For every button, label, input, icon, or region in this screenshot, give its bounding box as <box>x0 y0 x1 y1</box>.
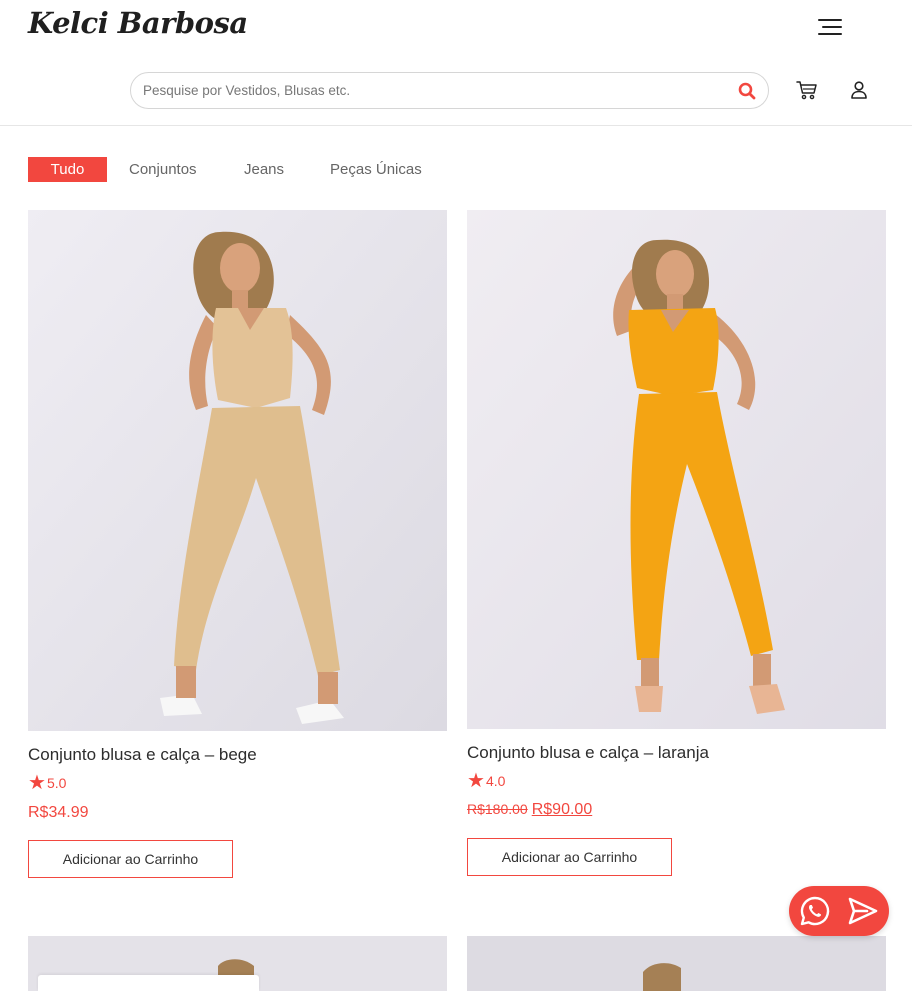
product-price: R$180.00 R$90.00 <box>467 801 592 819</box>
whatsapp-icon[interactable] <box>799 895 831 927</box>
popup-edge <box>38 975 259 991</box>
tab-pecas-unicas[interactable]: Peças Únicas <box>330 157 422 182</box>
rating-value: 4.0 <box>485 773 506 789</box>
product-title[interactable]: Conjunto blusa e calça – bege <box>28 745 257 765</box>
tab-jeans[interactable]: Jeans <box>244 157 284 182</box>
product-rating: ★ 5.0 <box>28 772 67 794</box>
star-icon: ★ <box>467 770 485 792</box>
current-price: R$90.00 <box>531 801 593 818</box>
search-bar <box>130 72 769 109</box>
product-image[interactable] <box>467 936 886 991</box>
search-icon[interactable] <box>737 81 757 101</box>
user-icon[interactable] <box>848 79 870 101</box>
add-to-cart-button[interactable]: Adicionar ao Carrinho <box>467 838 672 876</box>
tab-tudo[interactable]: Tudo <box>28 157 107 182</box>
add-to-cart-button[interactable]: Adicionar ao Carrinho <box>28 840 233 878</box>
send-icon[interactable] <box>847 895 879 927</box>
current-price: R$34.99 <box>28 804 89 821</box>
product-image[interactable] <box>28 210 447 731</box>
tab-conjuntos[interactable]: Conjuntos <box>129 157 197 182</box>
rating-value: 5.0 <box>46 775 67 791</box>
hamburger-menu-icon[interactable] <box>812 14 846 40</box>
cart-icon[interactable] <box>795 78 819 102</box>
old-price: R$180.00 <box>467 801 528 817</box>
product-rating: ★ 4.0 <box>467 770 506 792</box>
product-title[interactable]: Conjunto blusa e calça – laranja <box>467 743 709 763</box>
contact-bubble <box>789 886 889 936</box>
product-price: R$34.99 <box>28 804 89 822</box>
search-input[interactable] <box>143 73 723 108</box>
star-icon: ★ <box>28 772 46 794</box>
site-header: Kelci Barbosa <box>0 0 912 126</box>
brand-logo[interactable]: Kelci Barbosa <box>28 6 248 40</box>
product-image[interactable] <box>467 210 886 729</box>
